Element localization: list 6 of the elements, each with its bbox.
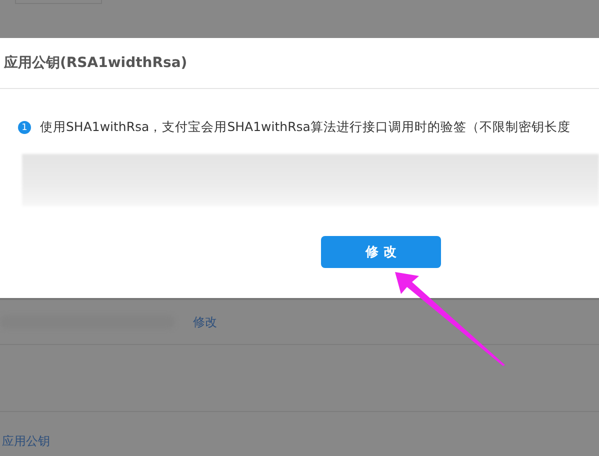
edit-link[interactable]: 修改 — [193, 314, 217, 330]
dialog-title: 应用公钥(RSA1widthRsa) — [4, 54, 188, 72]
info-message: 使用SHA1withRsa，支付宝会用SHA1withRsa算法进行接口调用时的验签（不限制密钥长度 — [40, 119, 570, 136]
info-icon: 1 — [18, 121, 31, 134]
public-key-link[interactable]: 应用公钥 — [2, 434, 50, 448]
edit-button[interactable]: 修 改 — [321, 236, 441, 268]
